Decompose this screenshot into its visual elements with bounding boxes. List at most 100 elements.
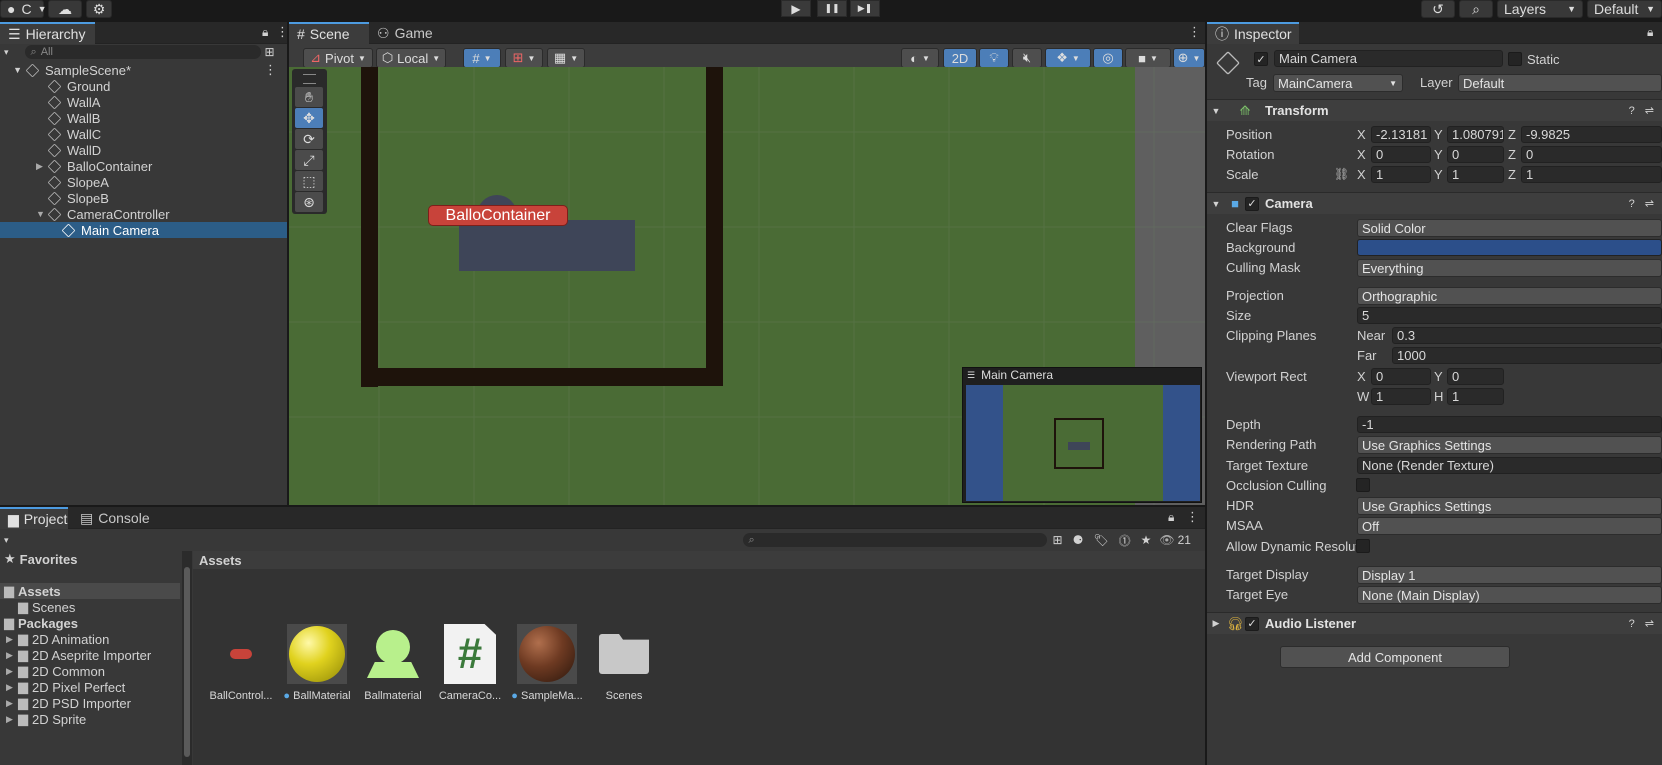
- hdr-dropdown[interactable]: Use Graphics Settings: [1357, 497, 1662, 515]
- camera-component-header[interactable]: ▼ ■ ✓ Camera ? ⇌: [1207, 192, 1662, 214]
- tab-project[interactable]: ▆ Project: [0, 507, 68, 529]
- play-button[interactable]: ▶: [781, 0, 811, 17]
- collapse-icon[interactable]: ▼: [1207, 199, 1225, 209]
- hierarchy-item-ground[interactable]: Ground: [0, 78, 287, 94]
- tag-dropdown[interactable]: MainCamera ▼: [1273, 74, 1403, 92]
- 2d-toggle-button[interactable]: 2D: [943, 48, 977, 68]
- package-item[interactable]: ▶ ▆ 2D Sprite: [0, 711, 180, 727]
- add-dropdown-icon[interactable]: ▾: [4, 47, 9, 58]
- hierarchy-item-slopea[interactable]: SlopeA: [0, 174, 287, 190]
- wall-bottom[interactable]: [361, 368, 723, 386]
- package-item[interactable]: ▶ ▆ 2D Pixel Perfect: [0, 679, 180, 695]
- create-dropdown-icon[interactable]: ▾: [4, 535, 9, 546]
- hidden-objects-toggle[interactable]: ◎: [1093, 48, 1123, 68]
- target-eye-dropdown[interactable]: None (Main Display): [1357, 586, 1662, 604]
- wall-left[interactable]: [361, 67, 378, 387]
- tab-game[interactable]: ⚇ Game: [369, 22, 439, 44]
- help-icon[interactable]: ?: [1629, 618, 1635, 630]
- scale-tool-button[interactable]: ⤢: [295, 150, 323, 170]
- expand-icon[interactable]: ▶: [6, 666, 18, 677]
- hierarchy-search-input[interactable]: ⌕ All: [24, 45, 261, 59]
- eye-icon[interactable]: 👁︎: [1159, 533, 1174, 547]
- camera-enabled-checkbox[interactable]: ✓: [1245, 196, 1259, 211]
- size-field[interactable]: 5: [1357, 307, 1662, 324]
- draw-mode-dropdown[interactable]: ◐ ▼: [901, 48, 939, 68]
- expand-icon[interactable]: ▶: [6, 650, 18, 661]
- position-y-field[interactable]: 1.080791: [1447, 126, 1504, 143]
- position-z-field[interactable]: -9.9825: [1521, 126, 1662, 143]
- layers-dropdown[interactable]: Layers ▼: [1497, 0, 1583, 18]
- collapse-icon[interactable]: ▼: [36, 209, 48, 219]
- lock-icon[interactable]: 🔒︎: [1647, 25, 1653, 40]
- collapse-icon[interactable]: ▼: [1207, 106, 1225, 116]
- wall-right[interactable]: [706, 67, 723, 379]
- rotation-z-field[interactable]: 0: [1521, 146, 1662, 163]
- tab-console[interactable]: ▤ Console: [72, 507, 152, 529]
- hand-tool-button[interactable]: ✋︎: [295, 87, 323, 107]
- viewport-x-field[interactable]: 0: [1371, 368, 1431, 385]
- asset-ballcontrol[interactable]: BallControl...: [204, 624, 278, 702]
- grid-visibility-button[interactable]: ▦ ▼: [547, 48, 585, 68]
- warning-filter-icon[interactable]: ⓵: [1119, 532, 1131, 549]
- transform-tool-button[interactable]: ⊛: [295, 192, 323, 212]
- collapse-icon[interactable]: ▼: [0, 65, 22, 75]
- effects-dropdown[interactable]: ❖ ▼: [1045, 48, 1091, 68]
- cloud-button[interactable]: ☁: [48, 0, 82, 18]
- scene-root-item[interactable]: ▼ SampleScene* ⋮: [0, 62, 287, 78]
- rect-tool-button[interactable]: ⬚: [295, 171, 323, 191]
- object-name-field[interactable]: Main Camera: [1274, 50, 1503, 67]
- preset-icon[interactable]: ⇌: [1645, 104, 1654, 117]
- dynamic-resolution-checkbox[interactable]: [1356, 539, 1370, 553]
- expand-icon[interactable]: ▶: [6, 682, 18, 693]
- star-icon[interactable]: ★: [1141, 533, 1152, 547]
- rotate-tool-button[interactable]: ⟳: [295, 129, 323, 149]
- layer-dropdown[interactable]: Default: [1458, 74, 1662, 92]
- kebab-menu-icon[interactable]: ⋮: [1186, 509, 1199, 525]
- drag-handle-icon[interactable]: ☰: [967, 370, 975, 381]
- viewport-y-field[interactable]: 0: [1447, 368, 1504, 385]
- scrollbar-thumb[interactable]: [184, 567, 190, 757]
- transform-header[interactable]: ▼ ⟰ Transform ? ⇌: [1207, 99, 1662, 121]
- far-field[interactable]: 1000: [1392, 347, 1662, 364]
- static-checkbox[interactable]: [1508, 52, 1522, 66]
- target-texture-field[interactable]: None (Render Texture): [1357, 457, 1662, 474]
- assets-folder-item[interactable]: ▆ Assets: [0, 583, 180, 599]
- hierarchy-item-ballocontainer[interactable]: ▶ BalloContainer: [0, 158, 287, 174]
- hierarchy-item-slopeb[interactable]: SlopeB: [0, 190, 287, 206]
- expand-icon[interactable]: ▶: [1207, 618, 1225, 629]
- viewport-w-field[interactable]: 1: [1371, 388, 1431, 405]
- move-tool-button[interactable]: ✥: [295, 108, 323, 128]
- filter-type-icon[interactable]: ⚈: [1073, 533, 1084, 547]
- projection-dropdown[interactable]: Orthographic: [1357, 287, 1662, 305]
- package-item[interactable]: ▶ ▆ 2D Animation: [0, 631, 180, 647]
- expand-icon[interactable]: ▶: [6, 634, 18, 645]
- scenes-folder-item[interactable]: ▆ Scenes: [0, 599, 180, 615]
- expand-icon[interactable]: ▶: [6, 698, 18, 709]
- kebab-menu-icon[interactable]: ⋮: [1188, 24, 1201, 40]
- help-icon[interactable]: ?: [1629, 105, 1635, 117]
- expand-icon[interactable]: ▶: [6, 714, 18, 725]
- camera-settings-dropdown[interactable]: ■ ▼: [1125, 48, 1171, 68]
- layout-dropdown[interactable]: Default ▼: [1587, 0, 1662, 18]
- hierarchy-item-walld[interactable]: WallD: [0, 142, 287, 158]
- hierarchy-item-wallb[interactable]: WallB: [0, 110, 287, 126]
- add-component-button[interactable]: Add Component: [1280, 646, 1510, 668]
- msaa-dropdown[interactable]: Off: [1357, 517, 1662, 535]
- history-button[interactable]: ↺: [1421, 0, 1455, 18]
- settings-button[interactable]: ⚙: [86, 0, 112, 18]
- favorites-item[interactable]: ★ Favorites: [0, 551, 180, 567]
- tab-hierarchy[interactable]: ☰ Hierarchy: [0, 22, 95, 44]
- asset-ballmaterial-physics[interactable]: Ballmaterial: [356, 624, 430, 702]
- lock-icon[interactable]: 🔒︎: [262, 25, 268, 40]
- culling-mask-dropdown[interactable]: Everything: [1357, 259, 1662, 277]
- background-color-swatch[interactable]: [1357, 239, 1662, 256]
- pause-button[interactable]: ❚❚: [817, 0, 847, 17]
- scene-viewport[interactable]: BalloContainer ✋︎ ✥ ⟳ ⤢ ⬚ ⊛ ☰ Main Camera: [289, 67, 1205, 505]
- rotation-y-field[interactable]: 0: [1447, 146, 1504, 163]
- audio-listener-header[interactable]: ▶ 🎧︎ ✓ Audio Listener ? ⇌: [1207, 612, 1662, 634]
- grid-snapping-button[interactable]: # ▼: [463, 48, 501, 68]
- account-dropdown[interactable]: ● C ▼: [0, 0, 47, 18]
- label-filter-icon[interactable]: 🏷︎: [1093, 533, 1108, 547]
- asset-ballmaterial-yellow[interactable]: ● BallMaterial: [280, 624, 354, 702]
- target-display-dropdown[interactable]: Display 1: [1357, 566, 1662, 584]
